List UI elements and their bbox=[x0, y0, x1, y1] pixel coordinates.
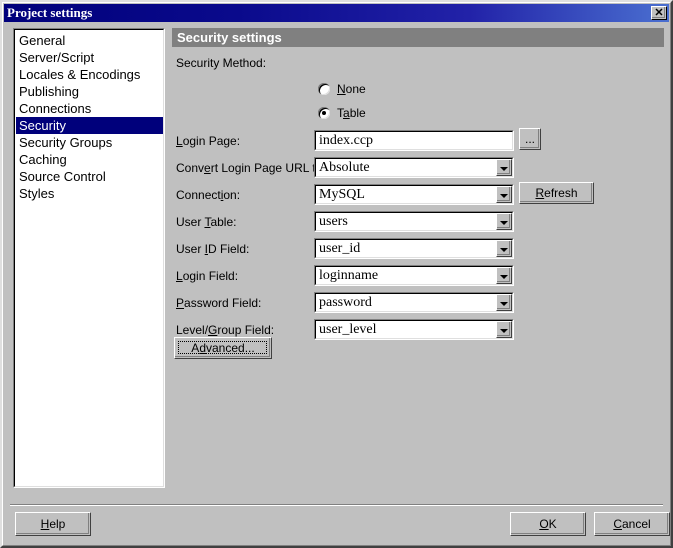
radio-table-label: Table bbox=[337, 106, 366, 120]
sidebar-item-label: Security Groups bbox=[19, 135, 113, 150]
help-button-label: Help bbox=[40, 517, 66, 531]
sidebar-item-server-script[interactable]: Server/Script bbox=[16, 49, 163, 66]
combo-connection[interactable]: MySQL bbox=[314, 184, 514, 205]
chevron-down-icon[interactable] bbox=[496, 159, 512, 176]
sidebar-item-source-control[interactable]: Source Control bbox=[16, 168, 163, 185]
combo-level-group-field[interactable]: user_level bbox=[314, 319, 514, 340]
field-inner: Absolute bbox=[315, 158, 513, 177]
value-user-id-field: user_id bbox=[319, 241, 361, 256]
label-level-group-field: Level/Group Field: bbox=[176, 323, 275, 337]
dialog-client-area: General Server/Script Locales & Encodings P… bbox=[5, 23, 670, 545]
value-password-field: password bbox=[319, 295, 372, 310]
close-button[interactable]: ✕ bbox=[651, 6, 667, 20]
sidebar-item-label: Styles bbox=[19, 186, 55, 201]
footer-separator bbox=[10, 504, 663, 506]
radio-table-indicator bbox=[318, 107, 330, 119]
sidebar-item-label: Caching bbox=[19, 152, 67, 167]
refresh-button-label: Refresh bbox=[535, 186, 578, 200]
category-listbox[interactable]: General Server/Script Locales & Encodings P… bbox=[13, 28, 165, 488]
browse-button-label: ... bbox=[524, 132, 535, 146]
dialog-window: Project settings ✕ General Server/Script L… bbox=[0, 0, 673, 548]
screen: Project settings ✕ General Server/Script L… bbox=[0, 0, 673, 548]
combo-convert-login-page-url-to[interactable]: Absolute bbox=[314, 157, 514, 178]
sidebar-item-security-groups[interactable]: Security Groups bbox=[16, 134, 163, 151]
label-user-id-field: User ID Field: bbox=[176, 242, 250, 256]
field-inner: loginname bbox=[315, 266, 513, 285]
sidebar-item-connections[interactable]: Connections bbox=[16, 100, 163, 117]
combo-password-field[interactable]: password bbox=[314, 292, 514, 313]
sidebar-item-styles[interactable]: Styles bbox=[16, 185, 163, 202]
chevron-down-icon[interactable] bbox=[496, 321, 512, 338]
sidebar-item-label: Security bbox=[19, 118, 66, 133]
value-login-field: loginname bbox=[319, 268, 379, 283]
field-inner: user_id bbox=[315, 239, 513, 258]
label-login-page: Login Page: bbox=[176, 134, 241, 148]
chevron-down-icon[interactable] bbox=[496, 267, 512, 284]
chevron-down-icon[interactable] bbox=[496, 294, 512, 311]
panel-header: Security settings bbox=[172, 28, 664, 47]
chevron-down-icon[interactable] bbox=[496, 240, 512, 257]
combo-user-id-field[interactable]: user_id bbox=[314, 238, 514, 259]
sidebar-item-label: Source Control bbox=[19, 169, 106, 184]
radio-none[interactable]: None bbox=[318, 82, 366, 96]
field-inner: password bbox=[315, 293, 513, 312]
sidebar-item-security[interactable]: Security bbox=[16, 117, 163, 134]
sidebar-item-locales-encodings[interactable]: Locales & Encodings bbox=[16, 66, 163, 83]
browse-login-page-button[interactable]: ... bbox=[519, 128, 541, 150]
label-connection: Connection: bbox=[176, 188, 241, 202]
label-login-field: Login Field: bbox=[176, 269, 239, 283]
field-inner: index.ccp bbox=[315, 131, 513, 150]
label-user-table: User Table: bbox=[176, 215, 237, 229]
advanced-button-label: Advanced... bbox=[191, 341, 255, 355]
help-button[interactable]: Help bbox=[15, 512, 91, 536]
titlebar[interactable]: Project settings ✕ bbox=[4, 4, 669, 22]
cancel-button[interactable]: Cancel bbox=[594, 512, 670, 536]
sidebar-item-label: General bbox=[19, 33, 66, 48]
chevron-down-icon[interactable] bbox=[496, 213, 512, 230]
value-connection: MySQL bbox=[319, 187, 365, 202]
sidebar-item-label: Connections bbox=[19, 101, 92, 116]
ok-button[interactable]: OK bbox=[510, 512, 586, 536]
label-password-field: Password Field: bbox=[176, 296, 262, 310]
category-listbox-inner: General Server/Script Locales & Encodings P… bbox=[14, 29, 164, 487]
close-icon: ✕ bbox=[654, 7, 664, 19]
combo-login-field[interactable]: loginname bbox=[314, 265, 514, 286]
value-level-group-field: user_level bbox=[319, 322, 377, 337]
radio-none-indicator bbox=[318, 83, 330, 95]
field-inner: user_level bbox=[315, 320, 513, 339]
sidebar-item-label: Server/Script bbox=[19, 50, 95, 65]
chevron-down-icon[interactable] bbox=[496, 186, 512, 203]
sidebar-item-label: Publishing bbox=[19, 84, 79, 99]
cancel-button-label: Cancel bbox=[613, 517, 651, 531]
radio-none-label: None bbox=[337, 82, 366, 96]
field-inner: users bbox=[315, 212, 513, 231]
sidebar-item-caching[interactable]: Caching bbox=[16, 151, 163, 168]
security-method-label: Security Method: bbox=[176, 56, 267, 70]
radio-table[interactable]: Table bbox=[318, 106, 366, 120]
sidebar-item-label: Locales & Encodings bbox=[19, 67, 141, 82]
input-login-page[interactable]: index.ccp bbox=[314, 130, 514, 151]
refresh-button[interactable]: Refresh bbox=[519, 182, 594, 204]
sidebar-item-publishing[interactable]: Publishing bbox=[16, 83, 163, 100]
value-login-page: index.ccp bbox=[319, 133, 374, 148]
combo-user-table[interactable]: users bbox=[314, 211, 514, 232]
field-inner: MySQL bbox=[315, 185, 513, 204]
value-convert-login-page-url-to: Absolute bbox=[319, 160, 370, 175]
label-convert-login-page-url-to: Convert Login Page URL to: bbox=[176, 161, 326, 175]
advanced-button[interactable]: Advanced... bbox=[174, 337, 272, 359]
ok-button-label: OK bbox=[539, 517, 557, 531]
sidebar-item-general[interactable]: General bbox=[16, 32, 163, 49]
value-user-table: users bbox=[319, 214, 348, 229]
window-title: Project settings bbox=[7, 5, 93, 20]
